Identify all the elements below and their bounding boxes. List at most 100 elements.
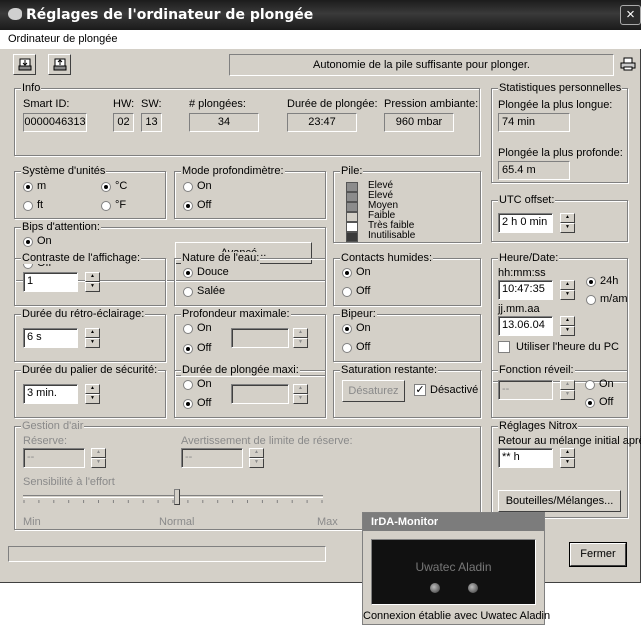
wake-on-radio[interactable] — [585, 380, 595, 390]
contrast-field[interactable]: 1 — [23, 272, 78, 292]
irda-title[interactable]: IrDA-Monitor — [363, 513, 544, 531]
safety-stop-field[interactable]: 3 min. — [23, 384, 78, 404]
saturation-title: Saturation restante: — [340, 364, 439, 376]
format-24h-radio[interactable] — [586, 277, 596, 287]
reserve-field[interactable]: -- — [23, 448, 85, 468]
max-depth-off-radio[interactable] — [183, 344, 193, 354]
battery-swatch — [346, 222, 358, 232]
unit-fahrenheit-label: °F — [115, 199, 127, 211]
print-button[interactable] — [617, 54, 639, 75]
wet-off-label: Off — [356, 285, 371, 297]
max-dive-on-radio[interactable] — [183, 380, 193, 390]
depth-mode-title: Mode profondimètre: — [181, 165, 285, 177]
wet-off-radio[interactable] — [342, 287, 352, 297]
pressure-label: Pression ambiante: — [384, 98, 479, 110]
close-icon[interactable]: × — [620, 5, 641, 25]
wake-spinner[interactable]: ▲ ▼ — [560, 380, 575, 400]
contrast-spinner[interactable]: ▲ ▼ — [85, 272, 100, 292]
upload-button[interactable] — [48, 54, 71, 75]
unit-fahrenheit-radio[interactable] — [101, 201, 111, 211]
download-button[interactable] — [13, 54, 36, 75]
water-type-title: Nature de l'eau: — [181, 252, 261, 264]
wake-on-label: On — [599, 378, 614, 390]
max-dive-spinner[interactable]: ▲ ▼ — [293, 384, 308, 404]
unit-ft-radio[interactable] — [23, 201, 33, 211]
window-title: Réglages de l'ordinateur de plongée — [26, 7, 314, 23]
menu-bar: Ordinateur de plongée — [0, 30, 641, 49]
safety-stop-spinner[interactable]: ▲ ▼ — [85, 384, 100, 404]
beeper-on-radio[interactable] — [342, 324, 352, 334]
unit-m-radio[interactable] — [23, 182, 33, 192]
max-dive-off-radio[interactable] — [183, 399, 193, 409]
utc-offset-field[interactable]: 2 h 0 min — [498, 213, 553, 233]
wet-contacts-group: Contacts humides: On Off — [333, 252, 481, 306]
desaturate-button[interactable]: Désaturez — [342, 380, 405, 402]
irda-status-text: Connexion établie avec Uwatec Aladin — [363, 610, 551, 622]
reserve-spinner[interactable]: ▲ ▼ — [91, 448, 106, 468]
format-ampm-radio[interactable] — [586, 295, 596, 305]
max-depth-spinner[interactable]: ▲ ▼ — [293, 328, 308, 348]
backlight-group: Durée du rétro-éclairage: 6 s ▲ ▼ — [14, 308, 166, 362]
air-management-title: Gestion d'air — [21, 420, 85, 432]
max-dive-duration-title: Durée de plongée maxi: — [181, 364, 300, 376]
duration-value: 23:47 — [287, 113, 357, 132]
water-fresh-radio[interactable] — [183, 268, 193, 278]
beeper-off-radio[interactable] — [342, 343, 352, 353]
wake-off-radio[interactable] — [585, 398, 595, 408]
battery-swatch — [346, 232, 358, 242]
depth-mode-off-radio[interactable] — [183, 201, 193, 211]
nitrox-title: Réglages Nitrox — [498, 420, 579, 432]
settings-window: Réglages de l'ordinateur de plongée × Or… — [0, 0, 641, 583]
reserve-warning-spinner[interactable]: ▲ ▼ — [249, 448, 264, 468]
time-field[interactable]: 10:47:35 — [498, 280, 553, 300]
effort-slider-thumb[interactable] — [174, 489, 180, 505]
depth-mode-group: Mode profondimètre: On Off — [174, 165, 326, 219]
max-dive-field[interactable] — [231, 384, 289, 404]
battery-group: Pile: Elevé Elevé Moyen Faible Très faible In… — [333, 165, 481, 243]
close-button[interactable]: Fermer — [569, 542, 627, 567]
unit-celsius-radio[interactable] — [101, 182, 111, 192]
effort-slider-track[interactable] — [23, 495, 323, 498]
sw-label: SW: — [141, 98, 162, 110]
water-salt-radio[interactable] — [183, 287, 193, 297]
reserve-warning-field[interactable]: -- — [181, 448, 243, 468]
saturation-disabled-checkbox[interactable]: ✓ — [414, 384, 426, 396]
units-group: Système d'unités m °C ft °F — [14, 165, 166, 219]
reserve-label: Réserve: — [23, 435, 68, 447]
max-depth-field[interactable] — [231, 328, 289, 348]
nitrox-return-label: Retour au mélange initial après: — [498, 435, 641, 447]
smart-id-value: 0000046313 — [23, 113, 87, 132]
title-bar[interactable]: Réglages de l'ordinateur de plongée × — [0, 0, 641, 30]
nitrox-return-field[interactable]: ** h — [498, 448, 553, 468]
utc-offset-spinner[interactable]: ▲ ▼ — [560, 213, 575, 233]
max-dive-off-label: Off — [197, 397, 212, 409]
beeper-off-label: Off — [356, 341, 371, 353]
backlight-field[interactable]: 6 s — [23, 328, 78, 348]
max-depth-on-radio[interactable] — [183, 324, 193, 334]
bottles-mixes-button[interactable]: Bouteilles/Mélanges... — [498, 490, 621, 512]
menu-item-dive-computer[interactable]: Ordinateur de plongée — [8, 33, 117, 45]
date-spinner[interactable]: ▲ ▼ — [560, 316, 575, 336]
longest-dive-value: 74 min — [498, 113, 570, 132]
reserve-warning-label: Avertissement de limite de réserve: — [181, 435, 353, 447]
time-spinner[interactable]: ▲ ▼ — [560, 280, 575, 300]
beeper-title: Bipeur: — [340, 308, 377, 320]
wet-on-radio[interactable] — [342, 268, 352, 278]
date-field[interactable]: 13.06.04 — [498, 316, 553, 336]
wake-function-title: Fonction réveil: — [498, 364, 575, 376]
depth-mode-off-label: Off — [197, 199, 212, 211]
use-pc-time-label: Utiliser l'heure du PC — [516, 341, 619, 353]
battery-status-text: Autonomie de la pile suffisante pour plo… — [229, 54, 614, 76]
irda-led-left-icon — [430, 583, 440, 593]
backlight-spinner[interactable]: ▲ ▼ — [85, 328, 100, 348]
nitrox-return-spinner[interactable]: ▲ ▼ — [560, 448, 575, 468]
personal-stats-group: Statistiques personnelles Plongée la plu… — [491, 82, 628, 183]
depth-mode-on-radio[interactable] — [183, 182, 193, 192]
stats-title: Statistiques personnelles — [498, 82, 623, 94]
beeps-on-radio[interactable] — [23, 237, 33, 247]
wet-contacts-title: Contacts humides: — [340, 252, 434, 264]
wake-field[interactable]: -- — [498, 380, 553, 400]
use-pc-time-checkbox[interactable] — [498, 341, 510, 353]
backlight-title: Durée du rétro-éclairage: — [21, 308, 146, 320]
datetime-title: Heure/Date: — [498, 252, 560, 264]
